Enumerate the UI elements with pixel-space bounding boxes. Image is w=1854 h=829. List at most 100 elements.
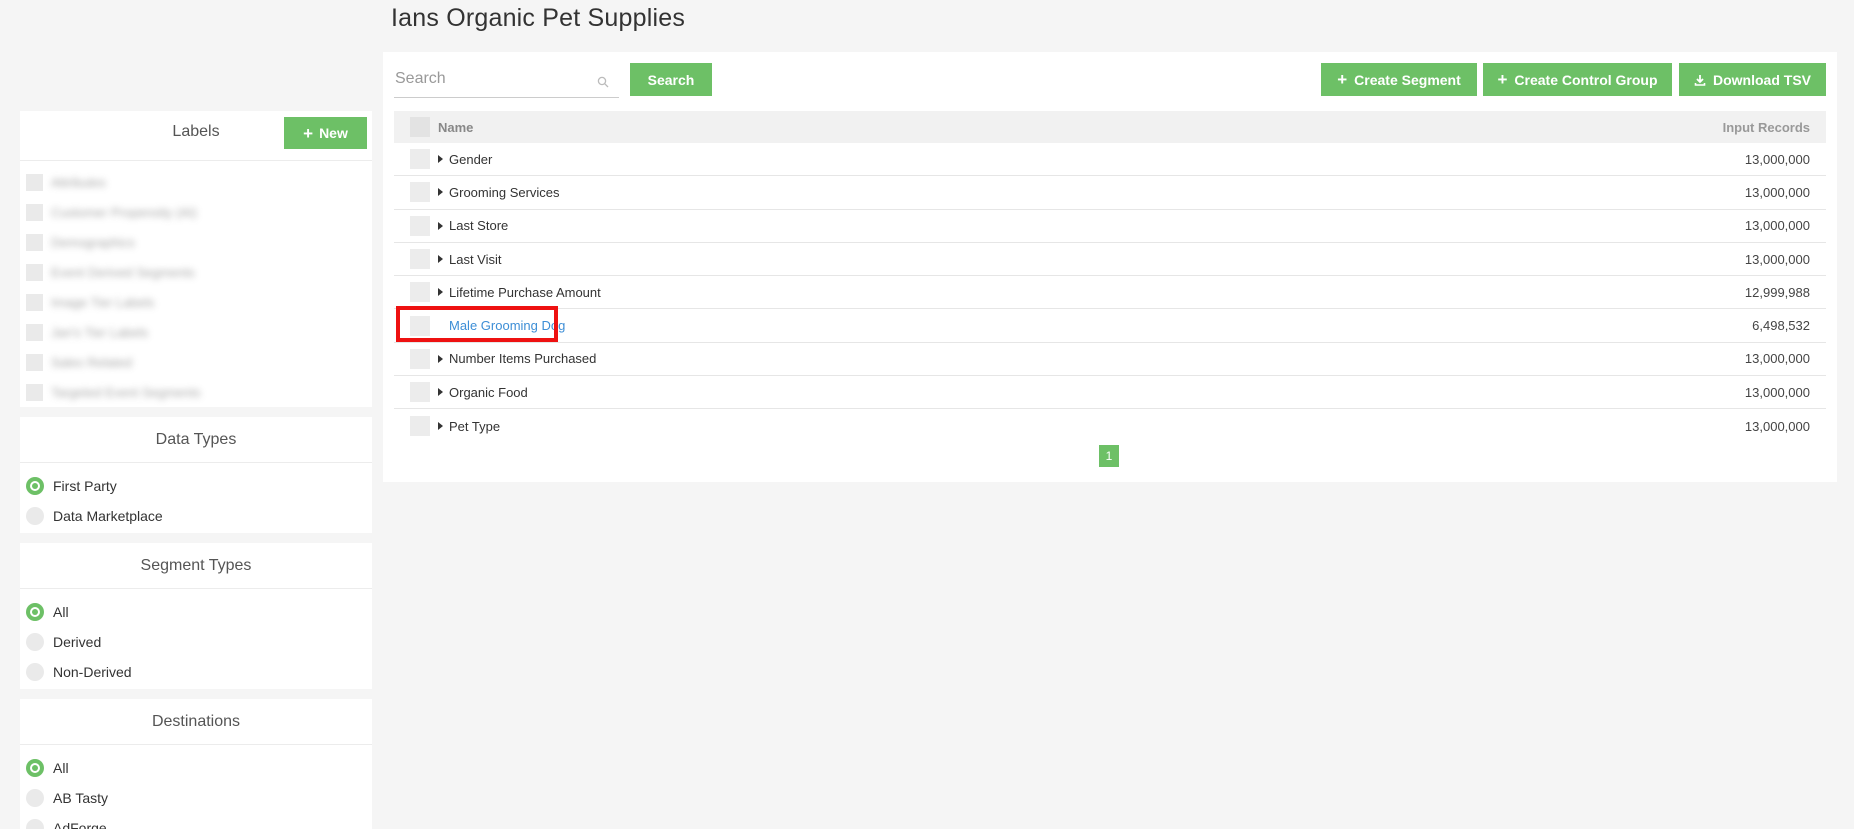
row-checkbox[interactable] — [410, 348, 430, 369]
radio-unchecked-icon[interactable] — [26, 507, 44, 525]
radio-ab-tasty[interactable]: AB Tasty — [20, 783, 372, 813]
row-checkbox[interactable] — [410, 149, 430, 170]
segment-types-title: Segment Types — [140, 556, 252, 574]
label-item[interactable]: Customer Propensity (AI) — [26, 197, 372, 227]
label-item[interactable]: Sales Related — [26, 347, 372, 377]
new-label-button[interactable]: + New — [284, 117, 367, 149]
row-checkbox[interactable] — [410, 315, 430, 336]
radio-adforge[interactable]: AdForge — [20, 813, 372, 829]
label-item[interactable]: Attributes — [26, 167, 372, 197]
row-input-records: 13,000,000 — [1744, 251, 1810, 267]
segment-types-panel: Segment Types All Derived Non-Derived — [20, 543, 372, 689]
download-tsv-button[interactable]: Download TSV — [1679, 63, 1826, 96]
radio-segment-all[interactable]: All — [20, 597, 372, 627]
download-tsv-label: Download TSV — [1713, 71, 1811, 88]
row-checkbox[interactable] — [410, 249, 430, 270]
label-checkbox[interactable] — [26, 233, 43, 251]
radio-data-marketplace[interactable]: Data Marketplace — [20, 501, 372, 531]
create-control-group-button[interactable]: + Create Control Group — [1483, 63, 1672, 96]
label-checkbox[interactable] — [26, 263, 43, 281]
plus-icon: + — [303, 123, 314, 143]
expand-caret-icon[interactable] — [438, 354, 443, 363]
radio-checked-icon[interactable] — [26, 759, 44, 777]
radio-unchecked-icon[interactable] — [26, 663, 44, 681]
create-segment-button[interactable]: + Create Segment — [1321, 63, 1477, 96]
table-row[interactable]: Last Store 13,000,000 — [394, 210, 1826, 243]
column-header-name[interactable]: Name — [438, 120, 473, 135]
label-item[interactable]: Targeted Event Segments — [26, 377, 372, 407]
row-name[interactable]: Organic Food — [449, 385, 528, 400]
label-item-text: Customer Propensity (AI) — [51, 204, 197, 220]
label-checkbox[interactable] — [26, 323, 43, 341]
table-row[interactable]: Last Visit 13,000,000 — [394, 243, 1826, 277]
row-name[interactable]: Gender — [449, 152, 492, 167]
expand-caret-icon[interactable] — [438, 155, 443, 164]
plus-icon: + — [1337, 70, 1348, 89]
row-name[interactable]: Pet Type — [449, 419, 500, 434]
label-checkbox[interactable] — [26, 203, 43, 221]
data-types-title: Data Types — [155, 430, 237, 448]
search-icon[interactable] — [597, 76, 609, 88]
table-row[interactable]: Organic Food 13,000,000 — [394, 376, 1826, 410]
row-input-records: 13,000,000 — [1744, 384, 1810, 400]
table-row[interactable]: Lifetime Purchase Amount 12,999,988 — [394, 276, 1826, 310]
table-row[interactable]: Grooming Services 13,000,000 — [394, 176, 1826, 210]
expand-caret-icon[interactable] — [438, 422, 443, 431]
label-item-text: Demographics — [51, 234, 135, 250]
label-item[interactable]: Jan's Tier Labels — [26, 317, 372, 347]
label-item-text: Jan's Tier Labels — [51, 324, 149, 340]
row-checkbox[interactable] — [410, 416, 430, 437]
radio-unchecked-icon[interactable] — [26, 633, 44, 651]
label-item[interactable]: Event Derived Segments — [26, 257, 372, 287]
label-checkbox[interactable] — [26, 173, 43, 191]
radio-checked-icon[interactable] — [26, 603, 44, 621]
row-input-records: 12,999,988 — [1744, 284, 1810, 300]
table-row[interactable]: Pet Type 13,000,000 — [394, 409, 1826, 442]
radio-unchecked-icon[interactable] — [26, 789, 44, 807]
label-list: Attributes Customer Propensity (AI) Demo… — [20, 161, 372, 407]
label-checkbox[interactable] — [26, 383, 43, 401]
table-header: Name Input Records — [394, 111, 1826, 143]
expand-caret-icon[interactable] — [438, 221, 443, 230]
plus-icon: + — [1497, 70, 1508, 89]
row-checkbox[interactable] — [410, 382, 430, 403]
radio-first-party[interactable]: First Party — [20, 471, 372, 501]
row-name[interactable]: Last Visit — [449, 252, 502, 267]
table-row-highlighted[interactable]: Male Grooming Dog 6,498,532 — [394, 306, 1826, 343]
search-input[interactable] — [394, 62, 619, 96]
segment-link-male-grooming-dog[interactable]: Male Grooming Dog — [449, 318, 565, 333]
radio-label: First Party — [53, 478, 117, 494]
row-checkbox[interactable] — [410, 182, 430, 203]
row-checkbox[interactable] — [410, 215, 430, 236]
radio-non-derived[interactable]: Non-Derived — [20, 657, 372, 687]
expand-caret-icon[interactable] — [438, 388, 443, 397]
label-item-text: Targeted Event Segments — [51, 384, 201, 400]
row-name[interactable]: Grooming Services — [449, 185, 560, 200]
labels-header: Labels + New — [20, 111, 372, 161]
pagination-page-button[interactable]: 1 — [1099, 445, 1119, 467]
label-item[interactable]: Demographics — [26, 227, 372, 257]
row-name[interactable]: Lifetime Purchase Amount — [449, 285, 601, 300]
expand-caret-icon[interactable] — [438, 188, 443, 197]
download-icon — [1694, 74, 1706, 86]
radio-checked-icon[interactable] — [26, 477, 44, 495]
radio-destination-all[interactable]: All — [20, 753, 372, 783]
row-name[interactable]: Number Items Purchased — [449, 351, 596, 366]
label-checkbox[interactable] — [26, 293, 43, 311]
select-all-checkbox[interactable] — [410, 117, 430, 137]
radio-unchecked-icon[interactable] — [26, 819, 44, 829]
expand-caret-icon[interactable] — [438, 255, 443, 264]
table-row[interactable]: Gender 13,000,000 — [394, 143, 1826, 177]
search-button[interactable]: Search — [630, 63, 712, 96]
segments-table: Name Input Records Gender 13,000,000 Gro… — [394, 111, 1826, 443]
expand-caret-icon[interactable] — [438, 288, 443, 297]
sidebar: Labels + New Attributes Customer Propens… — [20, 111, 372, 829]
radio-derived[interactable]: Derived — [20, 627, 372, 657]
table-row[interactable]: Number Items Purchased 13,000,000 — [394, 343, 1826, 377]
label-item[interactable]: Image Tier Labels — [26, 287, 372, 317]
column-header-input-records[interactable]: Input Records — [1723, 120, 1810, 135]
row-checkbox[interactable] — [410, 282, 430, 303]
radio-label: All — [53, 604, 69, 620]
label-checkbox[interactable] — [26, 353, 43, 371]
row-name[interactable]: Last Store — [449, 218, 508, 233]
